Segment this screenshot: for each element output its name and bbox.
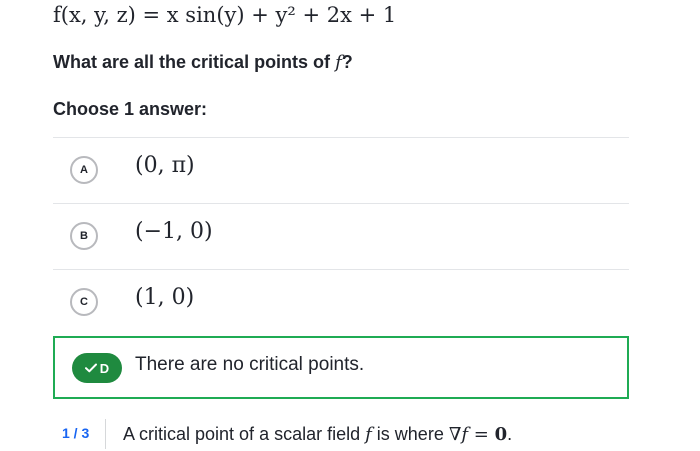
choice-d[interactable]: D There are no critical points. <box>53 336 629 399</box>
hint-panel: 1 / 3 A critical point of a scalar field… <box>53 413 653 449</box>
hint-variable: f <box>365 424 372 445</box>
choice-text: (0, π) <box>135 153 195 178</box>
choice-text: (−1, 0) <box>135 219 213 244</box>
hint-text-mid: is where <box>371 424 449 444</box>
hint-text-prefix: A critical point of a scalar field <box>123 424 366 444</box>
hint-text-end: . <box>507 424 513 444</box>
question-suffix: ? <box>341 52 353 72</box>
choice-letter-badge: A <box>70 156 98 184</box>
question-prefix: What are all the critical points of <box>53 52 336 72</box>
zero-vector: 0 <box>494 424 508 445</box>
choice-b[interactable]: B (−1, 0) <box>53 203 629 268</box>
equals-symbol: = <box>468 424 495 445</box>
hint-counter: 1 / 3 <box>62 425 90 441</box>
question-variable: f <box>335 52 342 73</box>
question-text: What are all the critical points of f? <box>53 52 353 73</box>
choice-c[interactable]: C (1, 0) <box>53 269 629 334</box>
function-definition: f(x, y, z) = x sin(y) + y² + 2x + 1 <box>53 3 397 27</box>
hint-text: A critical point of a scalar field f is … <box>123 424 512 445</box>
nabla-symbol: ∇ <box>448 424 462 445</box>
choice-text: (1, 0) <box>135 285 195 310</box>
choice-text: There are no critical points. <box>135 354 365 375</box>
check-icon <box>84 363 97 373</box>
hint-divider <box>105 419 106 449</box>
selected-choice-badge: D <box>72 353 122 383</box>
choice-letter-badge: B <box>70 222 98 250</box>
choice-a[interactable]: A (0, π) <box>53 137 629 202</box>
choice-letter: D <box>99 360 110 376</box>
choice-letter-badge: C <box>70 288 98 316</box>
choose-instruction: Choose 1 answer: <box>53 99 208 119</box>
